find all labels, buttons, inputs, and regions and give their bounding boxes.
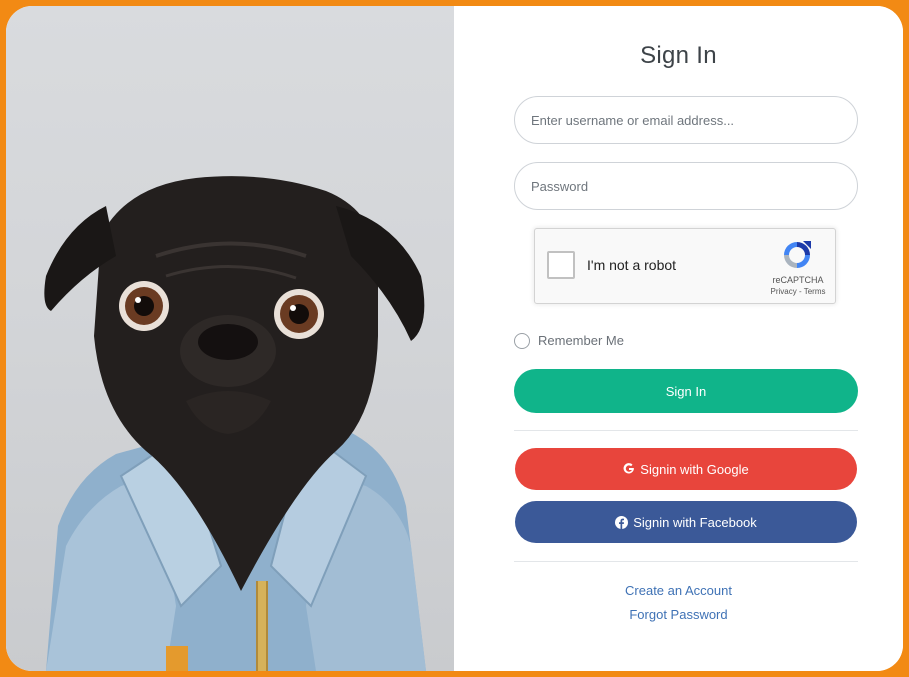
create-account-link[interactable]: Create an Account [454,583,903,598]
forgot-password-link[interactable]: Forgot Password [454,607,903,622]
recaptcha-checkbox[interactable] [547,251,575,279]
pug-illustration [44,176,426,671]
recaptcha-label: I'm not a robot [587,257,677,273]
facebook-button-label: Signin with Facebook [633,514,757,530]
recaptcha-brand: reCAPTCHA [772,275,824,285]
recaptcha-widget: I'm not a robot reCAPTCHA Privacy - Term… [534,228,836,304]
signin-button-label: Sign In [665,383,707,399]
pug-photo [6,6,454,671]
remember-checkbox[interactable] [514,333,530,349]
username-input[interactable] [514,96,858,144]
google-icon [623,463,635,475]
google-signin-button[interactable]: Signin with Google [515,448,857,490]
remember-label: Remember Me [538,333,624,348]
recaptcha-logo-block: reCAPTCHA Privacy - Terms [767,239,827,297]
password-input[interactable] [514,162,858,210]
signin-panel: Sign In I'm not a robot reCAPTCHA Privac… [454,6,903,671]
divider [514,430,858,431]
facebook-icon [615,515,629,529]
google-button-label: Signin with Google [640,461,749,477]
page-title: Sign In [640,42,717,69]
recaptcha-logo-icon [784,241,811,268]
divider [514,561,858,562]
recaptcha-links[interactable]: Privacy - Terms [767,287,829,296]
signin-button[interactable]: Sign In [514,369,858,413]
facebook-signin-button[interactable]: Signin with Facebook [515,501,857,543]
login-card: Sign In I'm not a robot reCAPTCHA Privac… [6,6,903,671]
